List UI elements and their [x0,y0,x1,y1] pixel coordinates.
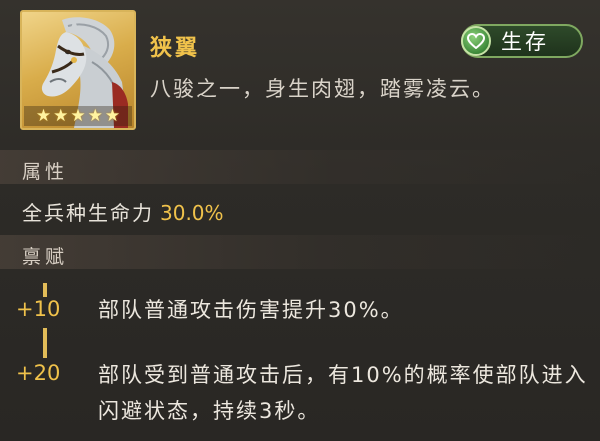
star-icon: ★ [70,106,86,126]
item-tooltip-panel: ★ ★ ★ ★ ★ 狭翼 生存 八骏之一，身生肉翅，踏雾凌云。 属性 全兵种生命… [0,0,600,441]
item-description: 八骏之一，身生肉翅，踏雾凌云。 [150,77,495,101]
attribute-label: 全兵种生命力 [22,201,154,225]
talent-connector [43,328,47,358]
item-name: 狭翼 [150,36,201,61]
category-badge[interactable]: 生存 [461,24,583,58]
talents-title: 禀赋 [22,246,69,268]
talents-header: 禀赋 [0,235,600,269]
star-rating: ★ ★ ★ ★ ★ [24,106,132,126]
talent-level: +20 [16,361,61,385]
heart-icon [461,26,491,56]
star-icon: ★ [87,106,103,126]
talent-description: 部队受到普通攻击后，有10%的概率使部队进入闪避状态，持续3秒。 [98,363,588,423]
attributes-header: 属性 [0,150,600,184]
attributes-title: 属性 [22,161,69,183]
talent-level: +10 [16,297,61,321]
attribute-row: 全兵种生命力 30.0% [22,197,224,226]
attribute-value: 30.0% [160,201,224,225]
star-icon: ★ [53,106,69,126]
category-label: 生存 [501,30,549,54]
star-icon: ★ [104,106,121,126]
horse-portrait: ★ ★ ★ ★ ★ [20,10,136,130]
talent-connector [43,283,47,297]
star-icon: ★ [35,106,52,126]
talent-description: 部队普通攻击伤害提升30%。 [98,298,404,322]
